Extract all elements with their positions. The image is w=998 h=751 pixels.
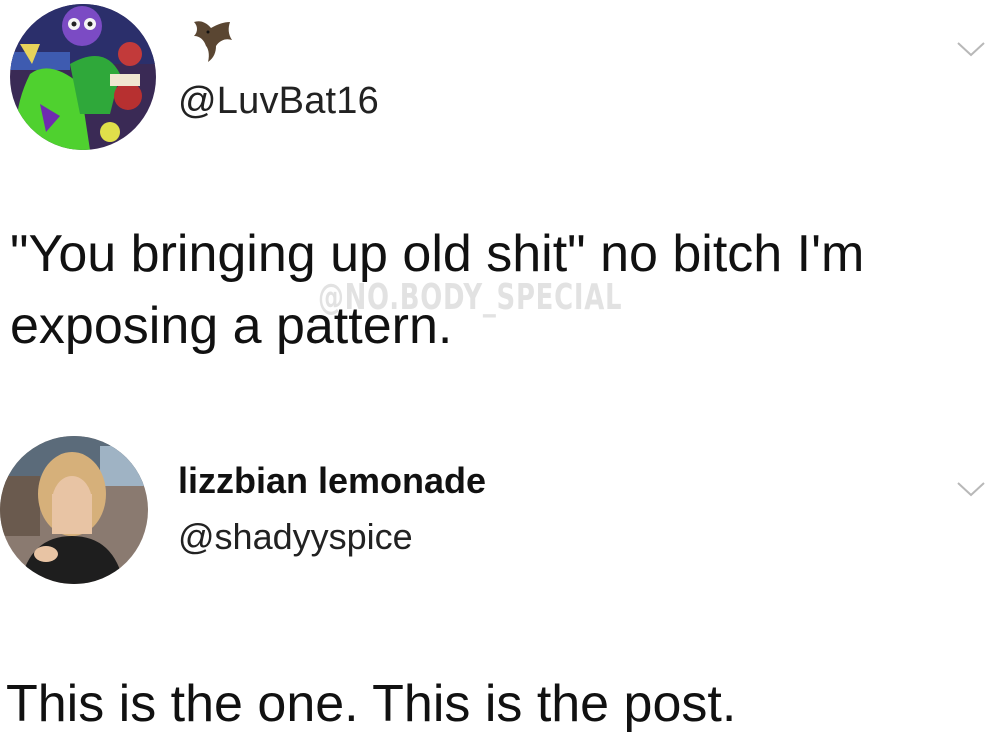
user-handle[interactable]: @LuvBat16 [178,80,379,123]
user-display-name[interactable]: lizzbian lemonade [178,460,486,502]
photo-avatar-icon [0,436,148,584]
tweet-quoted: @LuvBat16 "You bringing up old shit" no … [0,0,998,400]
cartoon-avatar-icon [10,4,156,150]
user-avatar[interactable] [0,436,148,584]
chevron-down-icon[interactable] [956,480,986,498]
user-handle[interactable]: @shadyyspice [178,516,413,558]
chevron-down-icon[interactable] [956,40,986,58]
tweet-text: This is the one. This is the post. [6,675,737,733]
watermark: @NO.BODY_SPECIAL [318,277,623,318]
user-avatar[interactable] [10,4,156,150]
tweet-reply: lizzbian lemonade @shadyyspice This is t… [0,430,998,751]
bat-emoji-icon [186,18,236,68]
